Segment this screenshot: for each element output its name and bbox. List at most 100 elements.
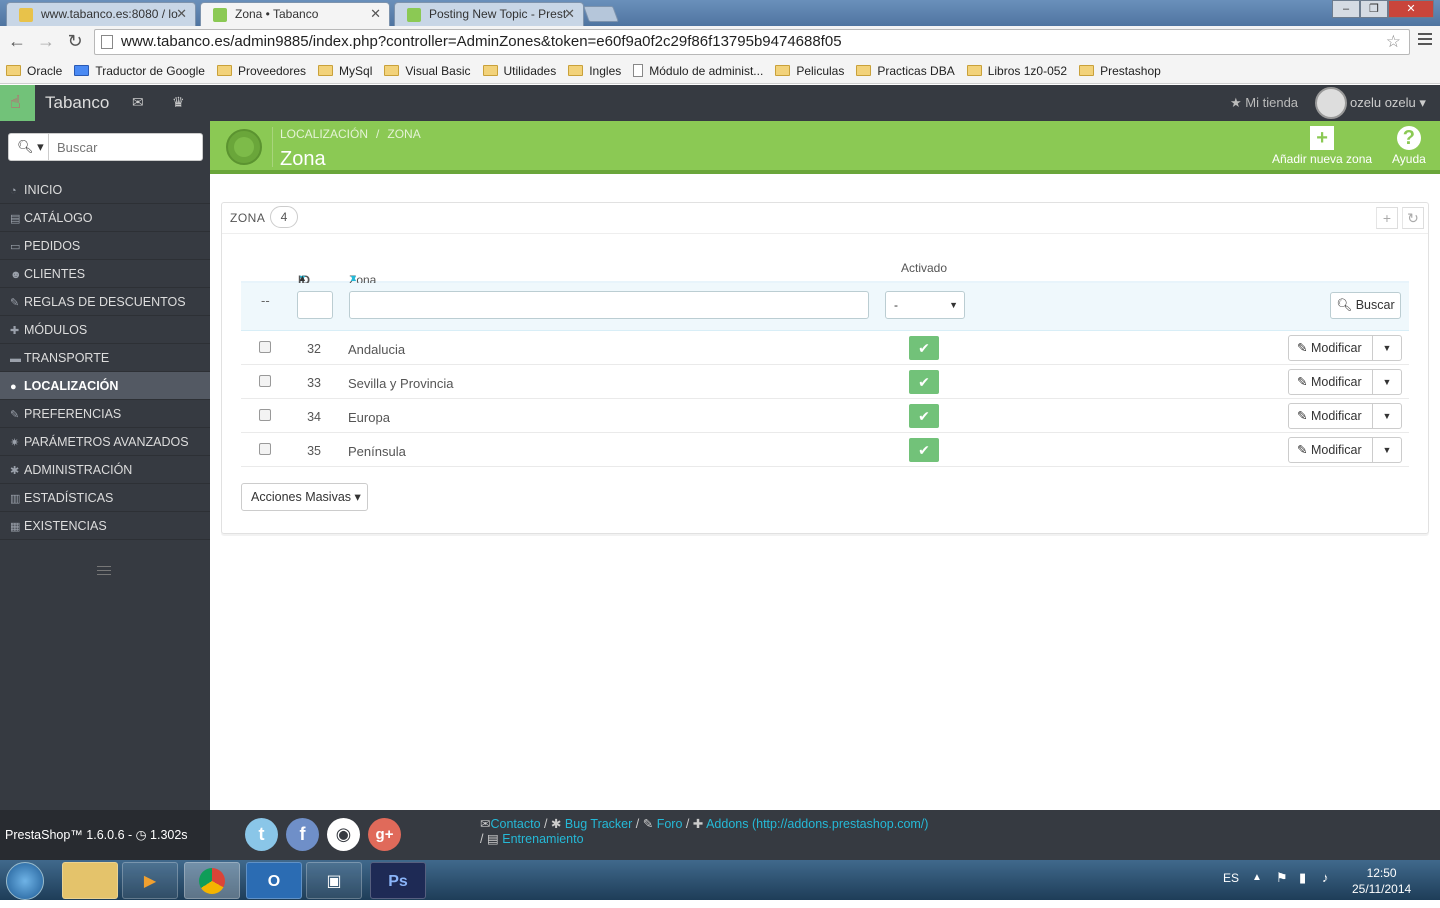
collapse-menu-icon[interactable] (97, 566, 111, 578)
photoshop-icon[interactable]: Ps (370, 862, 426, 899)
breadcrumb-item[interactable]: ZONA (387, 127, 420, 141)
back-arrow-icon[interactable]: ← (7, 31, 27, 51)
start-button[interactable] (6, 862, 44, 900)
sidebar-item-inicio[interactable]: ◔ INICIO (0, 176, 210, 204)
row-actions-dropdown[interactable]: ▼ (1373, 404, 1401, 428)
row-checkbox[interactable] (259, 341, 271, 353)
signal-icon[interactable]: ▮ (1299, 870, 1306, 886)
bookmark-item[interactable]: Oracle (6, 64, 62, 78)
edit-button[interactable]: ✎ Modificar (1289, 438, 1373, 462)
table-row[interactable]: 35 Península ✔ ✎ Modificar ▼ (241, 433, 1409, 467)
zone-name[interactable]: Península (348, 444, 406, 459)
row-actions-dropdown[interactable]: ▼ (1373, 438, 1401, 462)
bug-tracker-link[interactable]: Bug Tracker (565, 817, 632, 831)
trophy-icon[interactable]: ♛ (172, 94, 185, 111)
enabled-check-icon[interactable]: ✔ (909, 370, 939, 394)
avatar[interactable] (1315, 87, 1347, 119)
sidebar-item-preferencias[interactable]: ✎ PREFERENCIAS (0, 400, 210, 428)
outlook-icon[interactable]: O (246, 862, 302, 899)
row-actions-dropdown[interactable]: ▼ (1373, 370, 1401, 394)
prestashop-logo[interactable]: ☝ (0, 85, 35, 121)
zone-name[interactable]: Sevilla y Provincia (348, 376, 454, 391)
language-indicator[interactable]: ES (1223, 871, 1239, 885)
sort-asc-icon[interactable]: ▲ (298, 273, 307, 283)
bookmark-item[interactable]: Visual Basic (384, 64, 471, 78)
sidebar-item-catalogo[interactable]: ▤ CATÁLOGO (0, 204, 210, 232)
addons-link[interactable]: Addons (http://addons.prestashop.com/) (706, 817, 928, 831)
filter-active-select[interactable]: - ▼ (885, 291, 965, 319)
close-tab-icon[interactable]: ✕ (370, 3, 381, 25)
twitter-icon[interactable]: t (245, 818, 278, 851)
tray-expand-icon[interactable]: ▲ (1252, 872, 1262, 883)
bookmark-item[interactable]: Traductor de Google (74, 64, 205, 78)
sidebar-item-existencias[interactable]: ▦ EXISTENCIAS (0, 512, 210, 540)
zone-name[interactable]: Andalucia (348, 342, 405, 357)
sidebar-search-input[interactable] (51, 136, 199, 158)
add-icon[interactable]: + (1376, 207, 1398, 229)
sidebar-item-reglas-de-descuentos[interactable]: ✎ REGLAS DE DESCUENTOS (0, 288, 210, 316)
bookmark-star-icon[interactable]: ☆ (1386, 30, 1401, 54)
bookmark-item[interactable]: Utilidades (482, 64, 556, 78)
network-flag-icon[interactable]: ⚑ (1276, 870, 1288, 886)
breadcrumb-item[interactable]: LOCALIZACIÓN (280, 127, 368, 141)
media-player-icon[interactable]: ▶ (122, 862, 178, 899)
enabled-check-icon[interactable]: ✔ (909, 404, 939, 428)
close-window-icon[interactable]: ✕ (1388, 0, 1434, 18)
browser-tab-phpmyadmin[interactable]: www.tabanco.es:8080 / lo ✕ (6, 2, 196, 26)
sidebar-item-localizacion[interactable]: ● LOCALIZACIÓN (0, 372, 210, 400)
training-link[interactable]: Entrenamiento (502, 832, 583, 846)
search-button[interactable]: 🔍︎ Buscar (1330, 292, 1401, 319)
sidebar-item-modulos[interactable]: ✚ MÓDULOS (0, 316, 210, 344)
bookmark-item[interactable]: Prestashop (1079, 64, 1161, 78)
contact-link[interactable]: Contacto (490, 817, 540, 831)
forum-link[interactable]: Foro (657, 817, 683, 831)
table-row[interactable]: 32 Andalucia ✔ ✎ Modificar ▼ (241, 331, 1409, 365)
bookmark-item[interactable]: Libros 1z0-052 (966, 64, 1067, 78)
row-checkbox[interactable] (259, 443, 271, 455)
sidebar-item-pedidos[interactable]: ▭ PEDIDOS (0, 232, 210, 260)
bookmark-item[interactable]: Practicas DBA (856, 64, 955, 78)
bookmark-item[interactable]: Proveedores (216, 64, 306, 78)
bulk-actions-button[interactable]: Acciones Masivas ▾ (241, 483, 368, 511)
help-button[interactable]: ? Ayuda (1392, 126, 1426, 166)
chrome-menu-icon[interactable] (1418, 33, 1432, 48)
sidebar-item-clientes[interactable]: ☻ CLIENTES (0, 260, 210, 288)
sidebar-item-estadisticas[interactable]: ▥ ESTADÍSTICAS (0, 484, 210, 512)
row-actions-dropdown[interactable]: ▼ (1373, 336, 1401, 360)
new-tab-button[interactable] (583, 6, 619, 22)
facebook-icon[interactable]: f (286, 818, 319, 851)
filter-zone-input[interactable] (349, 291, 869, 319)
edit-button[interactable]: ✎ Modificar (1289, 336, 1373, 360)
google-plus-icon[interactable]: g+ (368, 818, 401, 851)
search-type-dropdown[interactable]: 🔍︎ ▾ (9, 134, 49, 160)
edit-button[interactable]: ✎ Modificar (1289, 404, 1373, 428)
zone-name[interactable]: Europa (348, 410, 390, 425)
volume-icon[interactable]: ♪ (1322, 870, 1329, 885)
table-row[interactable]: 33 Sevilla y Provincia ✔ ✎ Modificar ▼ (241, 365, 1409, 399)
address-bar[interactable]: www.tabanco.es/admin9885/index.php?contr… (94, 29, 1410, 55)
sidebar-item-parametros-avanzados[interactable]: ✷ PARÁMETROS AVANZADOS (0, 428, 210, 456)
bookmark-item[interactable]: Módulo de administ... (633, 64, 763, 78)
shop-name[interactable]: Tabanco (45, 93, 109, 113)
enabled-check-icon[interactable]: ✔ (909, 336, 939, 360)
edit-button[interactable]: ✎ Modificar (1289, 370, 1373, 394)
add-zone-button[interactable]: + Añadir nueva zona (1272, 126, 1372, 166)
close-tab-icon[interactable]: ✕ (176, 3, 187, 25)
bookmark-item[interactable]: Peliculas (775, 64, 844, 78)
filter-id-input[interactable] (297, 291, 333, 319)
table-row[interactable]: 34 Europa ✔ ✎ Modificar ▼ (241, 399, 1409, 433)
refresh-icon[interactable]: ↻ (1402, 207, 1424, 229)
forward-arrow-icon[interactable]: → (36, 31, 56, 51)
sort-asc-icon[interactable]: ▲ (349, 273, 358, 283)
sidebar-item-administracion[interactable]: ✱ ADMINISTRACIÓN (0, 456, 210, 484)
chrome-icon[interactable] (184, 862, 240, 899)
explorer-icon[interactable] (62, 862, 118, 899)
virtualbox-icon[interactable]: ▣ (306, 862, 362, 899)
system-clock[interactable]: 12:50 25/11/2014 (1352, 865, 1411, 897)
maximize-icon[interactable]: ❐ (1360, 0, 1388, 18)
sidebar-item-transporte[interactable]: ▬ TRANSPORTE (0, 344, 210, 372)
bookmark-item[interactable]: MySql (318, 64, 372, 78)
enabled-check-icon[interactable]: ✔ (909, 438, 939, 462)
close-tab-icon[interactable]: ✕ (564, 3, 575, 25)
my-store-link[interactable]: ★ Mi tienda (1230, 95, 1298, 111)
